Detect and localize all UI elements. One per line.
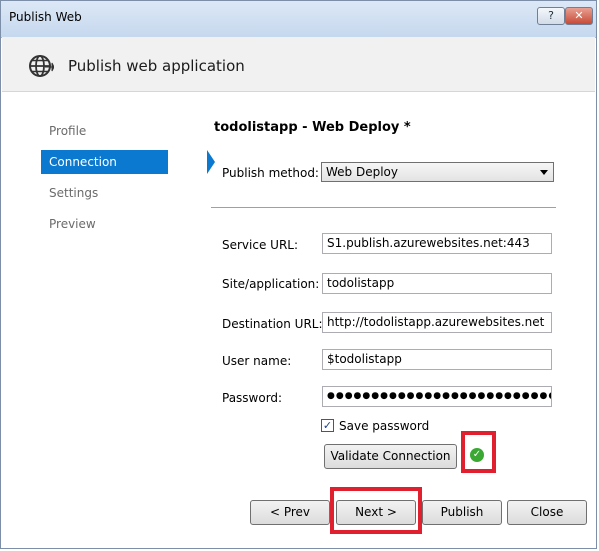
- service-url-input[interactable]: S1.publish.azurewebsites.net:443: [322, 233, 552, 254]
- nav-item-connection-label: Connection: [49, 155, 117, 169]
- globe-publish-icon: [29, 55, 54, 77]
- nav-item-profile[interactable]: Profile: [41, 119, 168, 143]
- password-input[interactable]: ●●●●●●●●●●●●●●●●●●●●●●●●●●●●●●●●●●●●●●●●…: [322, 386, 552, 407]
- destination-url-input[interactable]: http://todolistapp.azurewebsites.net: [322, 312, 552, 333]
- service-url-label: Service URL:: [222, 238, 299, 252]
- close-window-button[interactable]: ✕: [565, 7, 593, 25]
- publish-button[interactable]: Publish: [422, 500, 502, 525]
- help-button[interactable]: ?: [537, 7, 565, 25]
- user-name-input[interactable]: $todolistapp: [322, 349, 552, 370]
- nav-item-connection[interactable]: Connection: [41, 150, 215, 174]
- close-button[interactable]: Close: [507, 500, 587, 525]
- prev-button[interactable]: < Prev: [250, 500, 330, 525]
- site-application-input[interactable]: todolistapp: [322, 273, 552, 294]
- dialog-header: Publish web application: [2, 37, 595, 92]
- nav-item-preview[interactable]: Preview: [41, 212, 168, 236]
- destination-url-label: Destination URL:: [222, 317, 323, 331]
- publish-method-select[interactable]: Web Deploy: [321, 162, 554, 182]
- nav-item-settings[interactable]: Settings: [41, 181, 168, 205]
- active-nav-arrow-icon: [207, 150, 215, 174]
- window-title: Publish Web: [9, 10, 82, 24]
- profile-title: todolistapp - Web Deploy *: [214, 120, 411, 135]
- next-highlight-box: [330, 487, 422, 534]
- save-password-label: Save password: [339, 419, 430, 433]
- section-divider: [211, 207, 556, 208]
- user-name-label: User name:: [222, 354, 292, 368]
- publish-web-dialog: Publish Web ? ✕ Publish web application …: [0, 0, 597, 549]
- dialog-content: Profile Connection Settings Preview todo…: [2, 92, 595, 547]
- password-label: Password:: [222, 391, 283, 405]
- chevron-down-icon: [540, 170, 548, 175]
- validate-connection-button[interactable]: Validate Connection: [324, 444, 457, 469]
- publish-method-label: Publish method:: [222, 166, 319, 180]
- header-title: Publish web application: [68, 57, 245, 75]
- validation-highlight-box: [461, 431, 496, 473]
- save-password-checkbox[interactable]: ✓: [321, 419, 334, 432]
- publish-method-value: Web Deploy: [326, 165, 398, 179]
- title-bar[interactable]: Publish Web ? ✕: [1, 1, 596, 38]
- site-application-label: Site/application:: [222, 277, 320, 291]
